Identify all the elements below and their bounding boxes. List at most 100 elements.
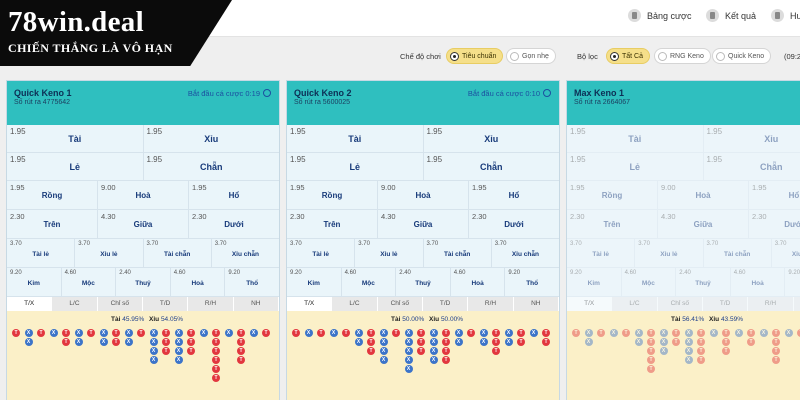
nav-ket-qua[interactable]: Kết quả xyxy=(706,9,756,22)
odds-value: 3.70 xyxy=(638,241,650,247)
stats-tabs: T/XL/CChỉ sốT/DR/HNH xyxy=(7,297,279,311)
road-board: Tài 45.95% Xỉu 54.05% T X X T X T T X X T X X T T X X T X X X… xyxy=(7,311,279,400)
bet-option[interactable]: 2.30Dưới xyxy=(189,210,279,238)
bet-option[interactable]: 4.60 Mộc xyxy=(341,268,397,296)
stats-tab[interactable]: T/D xyxy=(143,297,189,311)
bet-option[interactable]: 9.20 Thổ xyxy=(225,268,279,296)
game-panel[interactable]: Max Keno 1Số rút ra 2664067Dừng cư1.95Tà… xyxy=(566,80,800,400)
bet-option[interactable]: 1.95 Chẵn xyxy=(423,153,559,180)
bet-option[interactable]: 1.95 Lẻ xyxy=(567,153,704,180)
bet-option[interactable]: 3.70 Tài lẻ xyxy=(567,239,636,267)
bet-option[interactable]: 4.60 Mộc xyxy=(621,268,677,296)
bet-label: Rồng xyxy=(321,191,343,200)
bet-option[interactable]: 2.30Dưới xyxy=(749,210,800,238)
filter-option-quick[interactable]: Quick Keno xyxy=(712,48,772,64)
stats-tab[interactable]: Chỉ số xyxy=(658,297,703,311)
bet-option[interactable]: 1.95 Hổ xyxy=(749,181,800,209)
bet-option[interactable]: 9.00 Hoà xyxy=(98,181,189,209)
bet-option[interactable]: 2.40 Thuỷ xyxy=(396,268,451,296)
stats-tab[interactable]: L/C xyxy=(332,297,378,311)
nav-label: Bảng cược xyxy=(647,10,692,21)
option-label: Gọn nhẹ xyxy=(522,52,549,60)
bet-option[interactable]: 4.30 Giữa xyxy=(658,210,749,238)
nav-bang-cuoc[interactable]: Bảng cược xyxy=(628,9,691,22)
stats-tab[interactable]: R/H xyxy=(468,297,514,311)
bet-option[interactable]: 3.70 Xỉu lẻ xyxy=(635,239,704,267)
bet-option[interactable]: 4.30 Giữa xyxy=(378,210,469,238)
stats-tab[interactable]: L/C xyxy=(612,297,658,311)
bet-option[interactable]: 1.95 Xỉu xyxy=(423,125,559,152)
bet-option[interactable]: 3.70 Xỉu lẻ xyxy=(355,239,424,267)
bead-tai: T xyxy=(572,329,580,337)
bet-option[interactable]: 1.95 Xỉu xyxy=(143,125,279,152)
filter-option-all[interactable]: Tất Cả xyxy=(606,48,651,64)
bet-option[interactable]: 1.95 Lẻ xyxy=(7,153,144,180)
bet-option[interactable]: 9.20 Kim xyxy=(287,268,342,296)
bead-tai: T xyxy=(442,338,450,346)
bet-label: Tài lẻ xyxy=(312,251,329,258)
stats-tab[interactable]: Chỉ số xyxy=(98,297,143,311)
bet-label: Xỉu xyxy=(204,134,219,144)
game-panel[interactable]: Quick Keno 1 Số rút ra 4775642 Bắt đầu cá … xyxy=(6,80,280,400)
bead-tai: T xyxy=(697,347,705,355)
bet-option[interactable]: 1.95 Chẵn xyxy=(143,153,279,180)
bet-option[interactable]: 9.20 Kim xyxy=(7,268,62,296)
bead-tai: T xyxy=(212,329,220,337)
bet-option[interactable]: 4.30 Giữa xyxy=(98,210,189,238)
bet-label: Giữa xyxy=(133,220,153,229)
bet-option[interactable]: 3.70 Tài lẻ xyxy=(7,239,76,267)
bet-option[interactable]: 1.95 Rồng xyxy=(287,181,378,209)
bet-option[interactable]: 1.95 Chẵn xyxy=(703,153,800,180)
stats-tab[interactable]: NH xyxy=(794,297,800,311)
bet-option[interactable]: 9.00 Hoà xyxy=(658,181,749,209)
bet-option[interactable]: 3.70 Tài chẵn xyxy=(423,239,492,267)
bet-option[interactable]: 3.70 Tài lẻ xyxy=(287,239,356,267)
bet-option[interactable]: 1.95 Hổ xyxy=(189,181,279,209)
stats-tab[interactable]: R/H xyxy=(188,297,234,311)
bet-option[interactable]: 3.70 Xỉu chẵn xyxy=(771,239,800,267)
bet-option[interactable]: 1.95 Hổ xyxy=(469,181,559,209)
mode-option-standard[interactable]: Tiêu chuẩn xyxy=(446,48,504,64)
bet-option[interactable]: 2.40 Thuỷ xyxy=(116,268,171,296)
stats-tab[interactable]: NH xyxy=(234,297,279,311)
stats-tab[interactable]: Chỉ số xyxy=(378,297,423,311)
bet-option[interactable]: 4.60 Hoả xyxy=(730,268,786,296)
bet-option[interactable]: 9.00 Hoà xyxy=(378,181,469,209)
bet-option[interactable]: 2.40 Thuỷ xyxy=(676,268,731,296)
bet-option[interactable]: 1.95 Tài xyxy=(7,125,144,152)
bet-option[interactable]: 9.20 Thổ xyxy=(785,268,800,296)
bet-option[interactable]: 9.20 Kim xyxy=(567,268,622,296)
stats-tab[interactable]: T/X xyxy=(7,297,53,311)
mode-option-compact[interactable]: Gọn nhẹ xyxy=(506,48,556,64)
stats-tab[interactable]: T/D xyxy=(423,297,469,311)
bet-option[interactable]: 2.30 Trên xyxy=(567,210,658,238)
stats-tab[interactable]: L/C xyxy=(52,297,98,311)
filter-option-rng[interactable]: RNG Keno xyxy=(654,48,711,64)
bet-option[interactable]: 4.60 Mộc xyxy=(61,268,117,296)
bet-option[interactable]: 1.95 Xỉu xyxy=(703,125,800,152)
bet-option[interactable]: 3.70 Tài chẵn xyxy=(143,239,212,267)
stats-tab[interactable]: T/D xyxy=(703,297,749,311)
nav-user[interactable]: Hư xyxy=(771,9,800,22)
bet-option[interactable]: 4.60 Hoả xyxy=(170,268,226,296)
bet-option[interactable]: 3.70 Xỉu chẵn xyxy=(211,239,279,267)
bet-option[interactable]: 1.95 Tài xyxy=(287,125,424,152)
stats-tab[interactable]: T/X xyxy=(287,297,333,311)
bet-option[interactable]: 1.95 Rồng xyxy=(7,181,98,209)
bet-option[interactable]: 1.95 Tài xyxy=(567,125,704,152)
bet-option[interactable]: 3.70 Tài chẵn xyxy=(703,239,772,267)
bet-option[interactable]: 2.30 Trên xyxy=(287,210,378,238)
bet-option[interactable]: 9.20 Thổ xyxy=(505,268,559,296)
stats-tab[interactable]: R/H xyxy=(748,297,794,311)
bet-option[interactable]: 3.70 Xỉu lẻ xyxy=(75,239,144,267)
bet-option[interactable]: 1.95 Rồng xyxy=(567,181,658,209)
stats-tab[interactable]: T/X xyxy=(567,297,613,311)
stats-tab[interactable]: NH xyxy=(514,297,559,311)
bet-option[interactable]: 2.30 Trên xyxy=(7,210,98,238)
bet-option[interactable]: 3.70 Xỉu chẵn xyxy=(491,239,559,267)
bet-option[interactable]: 2.30Dưới xyxy=(469,210,559,238)
game-panel[interactable]: Quick Keno 2 Số rút ra 5600025 Bắt đầu cá … xyxy=(286,80,560,400)
bet-option[interactable]: 4.60 Hoả xyxy=(450,268,506,296)
bead-tai: T xyxy=(367,338,375,346)
bet-option[interactable]: 1.95 Lẻ xyxy=(287,153,424,180)
